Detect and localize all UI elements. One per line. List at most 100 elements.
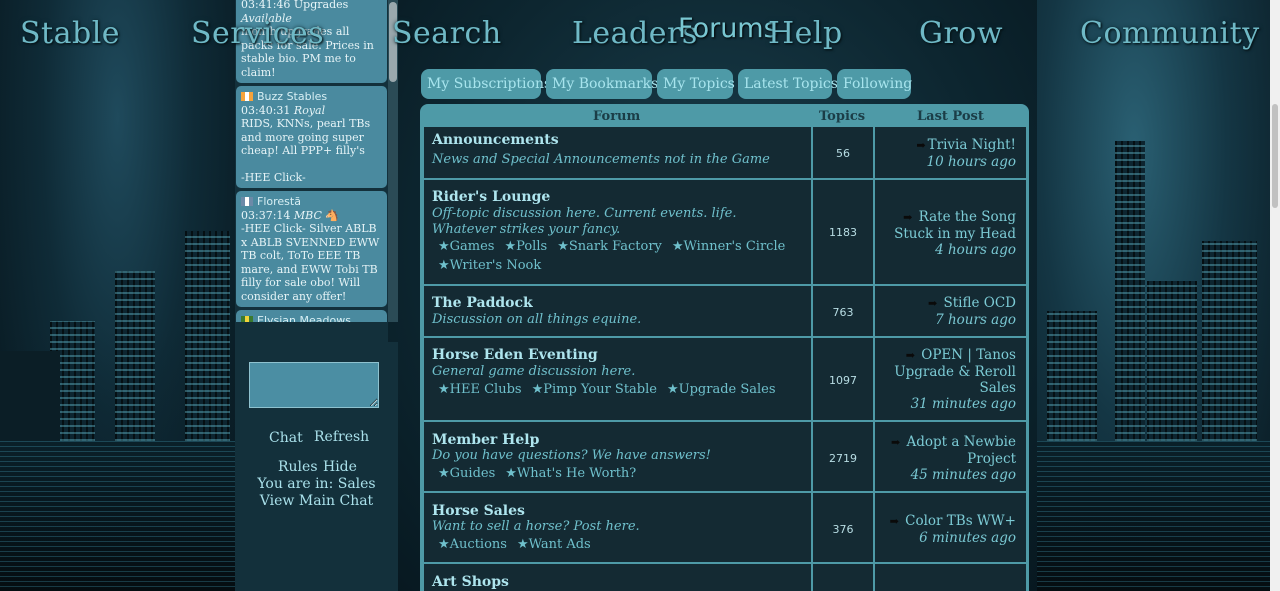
topics-cell: 1097 bbox=[813, 338, 873, 420]
chat-location: You are in: Sales bbox=[257, 476, 376, 492]
topics-cell: 56 bbox=[813, 127, 873, 178]
forum-title[interactable]: Horse Eden Eventing bbox=[432, 347, 598, 363]
last-post-time: 45 minutes ago bbox=[910, 467, 1016, 483]
chat-message-time: 03:41:46 Upgrades bbox=[241, 0, 382, 12]
subforum-link[interactable]: ★Polls bbox=[504, 237, 547, 256]
tab-my-bookmarks[interactable]: My Bookmarks bbox=[546, 69, 658, 99]
subforum-link[interactable]: ★Snark Factory bbox=[557, 237, 662, 256]
topic-count: 376 bbox=[832, 523, 854, 536]
horse-emoji-icon: 🐴 bbox=[325, 208, 340, 222]
subforum-link[interactable]: ★Winner's Circle bbox=[672, 237, 785, 256]
hide-link[interactable]: Hide bbox=[323, 459, 357, 475]
header-last-post: Last Post bbox=[917, 109, 984, 124]
right-arrow-icon: ➡ bbox=[916, 139, 926, 152]
chat-link[interactable]: Chat bbox=[269, 430, 303, 446]
right-background bbox=[1037, 0, 1280, 591]
nav-search[interactable]: Search bbox=[392, 16, 502, 51]
last-post-cell: ➡ Color TBs WW+ 6 minutes ago bbox=[875, 493, 1026, 562]
chat-message-sender[interactable]: Buzz Stables bbox=[241, 90, 382, 104]
right-arrow-icon: ➡ bbox=[905, 349, 915, 362]
skyline-building bbox=[1047, 311, 1097, 441]
chat-message-role: Royal bbox=[293, 103, 326, 117]
subforum-list: ★Auctions ★Want Ads bbox=[438, 535, 808, 554]
subforum-link[interactable]: ★Games bbox=[438, 237, 494, 256]
last-post-title[interactable]: Stifle OCD bbox=[944, 295, 1017, 311]
last-post-cell bbox=[875, 564, 1026, 591]
forum-description: Do you have questions? We have answers! bbox=[432, 448, 711, 463]
tab-following[interactable]: Following bbox=[837, 69, 912, 99]
forum-title[interactable]: Art Shops bbox=[432, 574, 509, 590]
nav-stable[interactable]: Stable bbox=[20, 16, 120, 51]
forum-title[interactable]: The Paddock bbox=[432, 295, 533, 311]
view-main-chat-link[interactable]: View Main Chat bbox=[235, 493, 398, 509]
forum-title[interactable]: Announcements bbox=[432, 132, 559, 148]
topic-count: 2719 bbox=[829, 452, 857, 465]
chat-message: Buzz Stables 03:40:31 Royal RIDS, KNNs, … bbox=[236, 86, 387, 188]
forum-title[interactable]: Horse Sales bbox=[432, 503, 525, 519]
header-forum: Forum bbox=[593, 109, 641, 124]
forum-info-cell: Horse Sales Want to sell a horse? Post h… bbox=[424, 493, 811, 562]
chat-message-sender[interactable]: Florestã bbox=[241, 195, 382, 209]
chat-message: Elysian Meadows bbox=[236, 310, 387, 322]
tab-latest-topics[interactable]: Latest Topics bbox=[738, 69, 838, 99]
forum-title[interactable]: Member Help bbox=[432, 432, 539, 448]
last-post-cell: ➡ Trivia Night! 10 hours ago bbox=[875, 127, 1026, 178]
forum-info-cell: The Paddock Discussion on all things equ… bbox=[424, 286, 811, 336]
refresh-link[interactable]: Refresh bbox=[314, 429, 369, 445]
chat-message: Florestã 03:37:14 MBC 🐴 -HEE Click- Silv… bbox=[236, 191, 387, 307]
forum-row: Art Shops bbox=[424, 564, 1026, 591]
forum-description: News and Special Announcements not in th… bbox=[432, 152, 770, 167]
topics-cell: 1183 bbox=[813, 180, 873, 284]
right-arrow-icon: ➡ bbox=[889, 515, 899, 528]
subforum-link[interactable]: ★Guides bbox=[438, 464, 495, 483]
page-scrollbar[interactable] bbox=[1270, 0, 1280, 591]
topic-count: 1183 bbox=[829, 226, 857, 239]
last-post-title[interactable]: Adopt a Newbie Project bbox=[906, 434, 1016, 467]
nav-community[interactable]: Community bbox=[1080, 16, 1260, 51]
subforum-link[interactable]: ★Writer's Nook bbox=[438, 256, 541, 275]
chat-message-timestamp: 03:41:46 Upgrades bbox=[241, 0, 349, 11]
forum-title[interactable]: Rider's Lounge bbox=[432, 189, 550, 205]
forum-row: Member Help Do you have questions? We ha… bbox=[424, 422, 1026, 491]
last-post-cell: ➡ Rate the Song Stuck in my Head 4 hours… bbox=[875, 180, 1026, 284]
skyline-building bbox=[115, 271, 155, 441]
page-scrollbar-thumb[interactable] bbox=[1272, 104, 1278, 208]
flag-icon bbox=[241, 316, 253, 322]
chat-sender-name[interactable]: Elysian Meadows bbox=[257, 314, 351, 322]
forum-info-cell: Art Shops bbox=[424, 564, 811, 591]
flag-icon bbox=[241, 92, 253, 101]
tab-my-topics[interactable]: My Topics bbox=[657, 69, 735, 99]
last-post-time: 31 minutes ago bbox=[910, 396, 1016, 412]
subforum-link[interactable]: ★HEE Clubs bbox=[438, 380, 522, 399]
last-post-title[interactable]: Color TBs WW+ bbox=[905, 513, 1016, 529]
last-post-title[interactable]: Rate the Song Stuck in my Head bbox=[894, 209, 1016, 242]
chat-sender-name[interactable]: Florestã bbox=[257, 195, 301, 208]
forum-description: Discussion on all things equine. bbox=[432, 312, 642, 327]
topics-cell: 376 bbox=[813, 493, 873, 562]
tab-my-subscriptions[interactable]: My Subscriptions bbox=[421, 69, 551, 99]
forum-row: The Paddock Discussion on all things equ… bbox=[424, 286, 1026, 336]
nav-services[interactable]: Services bbox=[191, 16, 324, 51]
chat-message-sender[interactable]: Elysian Meadows bbox=[241, 314, 382, 322]
last-post-cell: ➡ Adopt a Newbie Project 45 minutes ago bbox=[875, 422, 1026, 491]
subforum-link[interactable]: ★What's He Worth? bbox=[505, 464, 636, 483]
forum-info-cell: Member Help Do you have questions? We ha… bbox=[424, 422, 811, 491]
skyline-building bbox=[1147, 281, 1197, 441]
nav-help[interactable]: Help bbox=[768, 16, 843, 51]
chat-sender-name[interactable]: Buzz Stables bbox=[257, 90, 327, 103]
rules-link[interactable]: Rules bbox=[278, 459, 318, 475]
last-post-title[interactable]: Trivia Night! bbox=[928, 137, 1016, 153]
nav-grow[interactable]: Grow bbox=[919, 16, 1003, 51]
forum-info-cell: Rider's Lounge Off-topic discussion here… bbox=[424, 180, 811, 284]
subforum-link[interactable]: ★Auctions bbox=[438, 535, 507, 554]
chat-message-text: -HEE Click- Silver ABLB x ABLB SVENNED E… bbox=[241, 222, 380, 303]
water-reflection bbox=[0, 441, 235, 591]
subforum-link[interactable]: ★Pimp Your Stable bbox=[532, 380, 657, 399]
chat-message-timestamp: 03:37:14 bbox=[241, 208, 291, 222]
last-post-time: 6 minutes ago bbox=[919, 530, 1016, 546]
forum-row: Rider's Lounge Off-topic discussion here… bbox=[424, 180, 1026, 284]
subforum-link[interactable]: ★Want Ads bbox=[517, 535, 591, 554]
last-post-time: 4 hours ago bbox=[935, 242, 1016, 258]
chat-input[interactable] bbox=[249, 362, 379, 408]
subforum-link[interactable]: ★Upgrade Sales bbox=[667, 380, 776, 399]
